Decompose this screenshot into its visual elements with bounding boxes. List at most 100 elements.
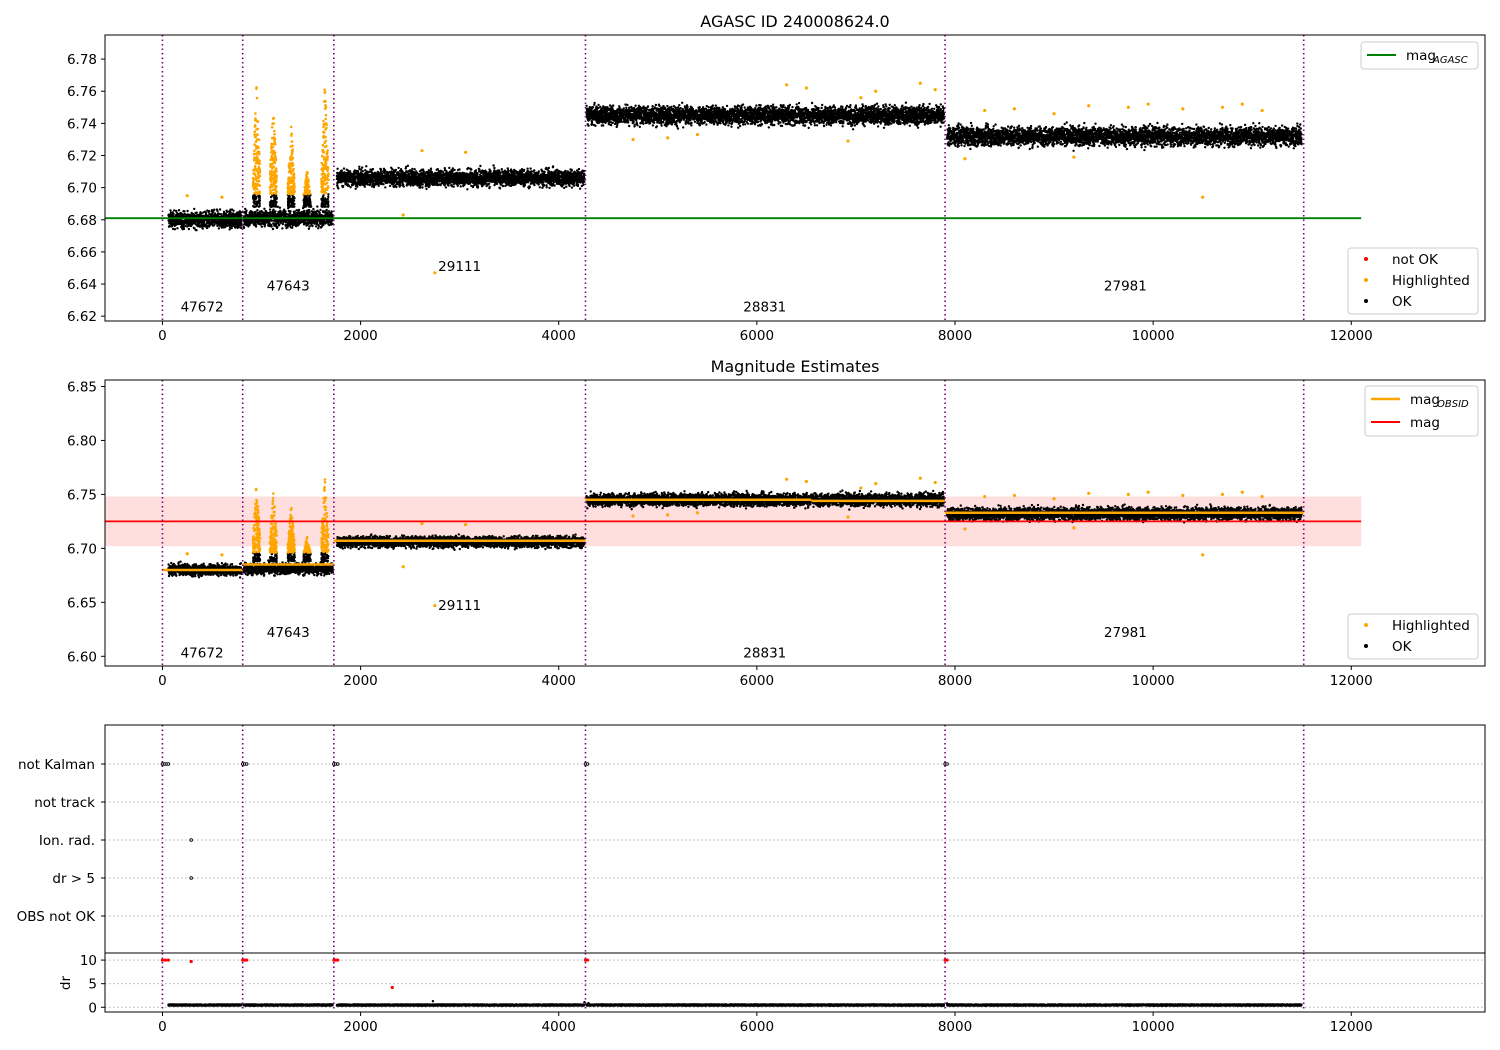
chart-canvas: AGASC ID 240008624.0 47672 47643 29111 2883… — [0, 0, 1500, 1050]
legend-dot-highlighted — [1364, 623, 1368, 627]
highlighted-point — [1087, 491, 1091, 495]
highlighted-point — [220, 553, 224, 557]
highlighted-point — [1126, 492, 1130, 496]
ok-points — [302, 193, 312, 209]
highlighted-point — [1260, 494, 1264, 499]
highlighted-point — [1052, 497, 1056, 501]
obsid-label: 47643 — [267, 625, 310, 641]
dr-point — [431, 999, 435, 1003]
y-tick-label: 6.70 — [67, 181, 97, 197]
highlighted-point — [464, 523, 468, 527]
x-tick-label: 6000 — [740, 673, 774, 689]
legend-dot-not-ok — [1364, 257, 1368, 261]
flag-label: OBS not OK — [17, 909, 97, 925]
legend-subscript: OBSID — [1437, 399, 1469, 410]
highlighted-point — [1181, 107, 1185, 111]
dr-points — [167, 1003, 243, 1007]
flag-point — [336, 762, 340, 766]
obsid-label: 47672 — [181, 299, 224, 315]
y-tick-label: 0 — [88, 1000, 97, 1016]
highlighted-point — [1181, 493, 1185, 498]
flag-label: not track — [34, 795, 95, 811]
dr-point-not-ok — [166, 958, 171, 962]
highlighted-point — [1146, 490, 1150, 494]
y-tick-label: 6.66 — [67, 245, 97, 261]
magnitude-title: Magnitude Estimates — [711, 357, 880, 376]
highlighted-point — [874, 89, 878, 93]
x-tick-label: 12000 — [1330, 1019, 1373, 1035]
highlighted-point — [401, 565, 405, 569]
highlighted-point — [1087, 104, 1091, 108]
x-tick-label: 4000 — [542, 328, 576, 344]
obsid-label: 27981 — [1104, 278, 1147, 294]
legend-label: mag — [1410, 415, 1440, 431]
highlighted-point — [963, 527, 967, 531]
y-tick-label: 5 — [88, 977, 97, 993]
highlighted-point — [1220, 492, 1225, 496]
dr-point-not-ok — [585, 958, 590, 962]
highlighted-point — [666, 136, 670, 140]
flag-label: Ion. rad. — [39, 833, 95, 849]
dr-ylabel: dr — [58, 975, 74, 990]
highlighted-point — [918, 81, 922, 85]
x-tick-label: 0 — [158, 1019, 167, 1035]
highlighted-point — [1012, 493, 1017, 498]
x-tick-label: 2000 — [343, 328, 377, 344]
highlighted-point — [1201, 195, 1205, 199]
highlighted-point — [1072, 526, 1076, 530]
flag-point — [585, 762, 590, 766]
ok-points — [320, 551, 330, 563]
legend-label: Highlighted — [1392, 273, 1470, 289]
legend-dot-highlighted — [1364, 278, 1368, 282]
legend-label: OK — [1392, 639, 1413, 655]
dr-point — [587, 1001, 590, 1005]
highlighted-point — [631, 514, 635, 518]
highlighted-point — [1072, 155, 1076, 159]
x-tick-label: 8000 — [938, 1019, 972, 1035]
y-tick-label: 6.85 — [67, 379, 97, 395]
highlighted-point — [464, 150, 468, 154]
highlighted-point — [666, 513, 670, 517]
x-tick-label: 10000 — [1132, 1019, 1175, 1035]
highlighted-point — [784, 477, 789, 481]
dr-points — [585, 1003, 946, 1007]
y-tick-label: 6.64 — [67, 277, 97, 293]
highlighted-point — [1201, 553, 1205, 557]
y-tick-label: 6.65 — [67, 595, 97, 611]
y-tick-label: 6.76 — [67, 84, 97, 100]
flag-label: not Kalman — [18, 757, 95, 773]
highlighted-point — [420, 149, 424, 153]
highlighted-point — [220, 195, 224, 199]
legend-label: mag — [1406, 48, 1436, 64]
flag-point — [244, 762, 249, 766]
dr-points — [242, 1003, 334, 1007]
y-tick-label: 6.80 — [67, 433, 97, 449]
flag-point — [189, 838, 193, 842]
magnitude-legend-upper: mag OBSID mag — [1364, 385, 1479, 437]
highlighted-point — [804, 479, 808, 484]
legend-subscript: AGASC — [1432, 55, 1468, 66]
highlighted-point — [631, 137, 635, 142]
flag-label: dr > 5 — [52, 871, 95, 887]
flag-point — [166, 762, 171, 766]
highlighted-point — [1012, 107, 1017, 111]
y-tick-label: 6.75 — [67, 487, 97, 503]
y-tick-label: 6.74 — [67, 116, 97, 132]
highlighted-point — [185, 194, 189, 198]
highlighted-point — [784, 83, 789, 87]
dr-point-not-ok — [336, 958, 340, 962]
highlighted-point — [433, 271, 437, 275]
highlighted-point — [859, 96, 863, 100]
x-tick-label: 8000 — [938, 328, 972, 344]
dr-point-not-ok — [163, 958, 168, 962]
magnitude-legend-lower: Highlighted OK — [1347, 613, 1479, 660]
highlighted-point — [804, 86, 808, 90]
x-tick-label: 4000 — [542, 673, 576, 689]
highlighted-point — [401, 213, 405, 217]
highlighted-point — [983, 494, 987, 499]
agasc-legend-upper: mag AGASC — [1360, 41, 1479, 70]
highlighted-point — [933, 480, 937, 485]
highlighted-point — [420, 521, 424, 526]
x-tick-label: 8000 — [938, 673, 972, 689]
legend-label: OK — [1392, 294, 1413, 310]
